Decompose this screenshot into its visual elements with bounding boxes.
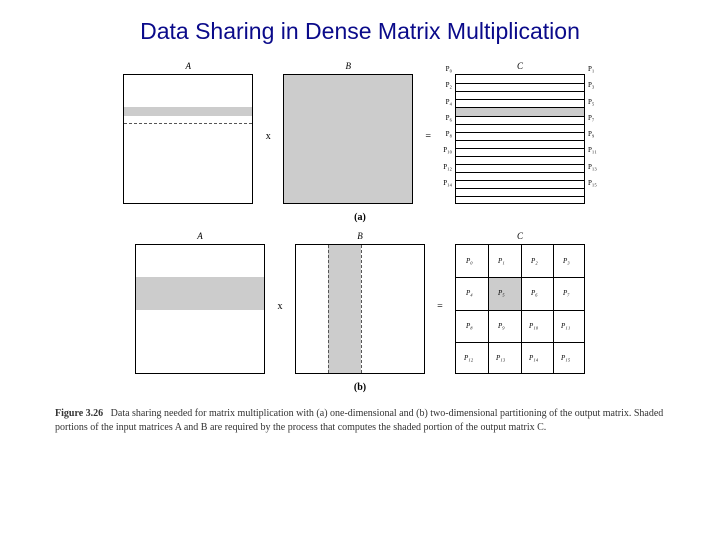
row-b: A x B = C P₀ P₁ P₂ P₃ [55, 231, 665, 374]
cell: P₁₂ [464, 354, 473, 362]
equals-op-b: = [435, 231, 445, 312]
cell: P₁₁ [561, 322, 570, 330]
plabel: P₆ [443, 114, 452, 122]
caption-figno: Figure 3.26 [55, 408, 103, 419]
caption-text: Data sharing needed for matrix multiplic… [55, 408, 663, 433]
sub-a: (a) [55, 212, 665, 223]
c-labels-left: P₀ P₂ P₄ P₆ P₈ P₁₀ P₁₂ P₁₄ [443, 61, 452, 191]
cell: P₉ [498, 322, 505, 330]
label-C2: C [517, 231, 523, 241]
cell: P₁ [498, 257, 505, 265]
box-B-a [283, 74, 413, 204]
cell: P₆ [531, 289, 538, 297]
cell: P₅ [498, 289, 505, 297]
plabel: P₁₄ [443, 179, 452, 187]
shade-A-row [124, 107, 252, 116]
cell: P₃ [563, 257, 570, 265]
dashed-A [124, 123, 252, 124]
plabel: P₁₁ [588, 146, 597, 154]
plabel: P₁ [588, 65, 597, 73]
shade-A-rowblock [136, 277, 264, 310]
dashed-B-l [328, 245, 329, 373]
shade-C-row [456, 107, 584, 116]
c-labels-right: P₁ P₃ P₅ P₇ P₉ P₁₁ P₁₃ P₁₅ [588, 61, 597, 191]
plabel: P₇ [588, 114, 597, 122]
box-A-a [123, 74, 253, 204]
plabel: P₄ [443, 98, 452, 106]
cell: P₁₅ [561, 354, 570, 362]
equals-op-a: = [423, 61, 433, 142]
cell: P₂ [531, 257, 538, 265]
row-a: A x B = P₀ P₂ P₄ P₆ P₈ P₁₀ P₁₂ P₁₄ [55, 61, 665, 204]
plabel: P₁₂ [443, 163, 452, 171]
matrix-B-a: B [283, 61, 413, 204]
plabel: P₅ [588, 98, 597, 106]
cell: P₁₀ [529, 322, 538, 330]
plabel: P₉ [588, 130, 597, 138]
label-B2: B [357, 231, 363, 241]
times-op-b: x [275, 231, 285, 312]
matrix-B-b: B [295, 231, 425, 374]
plabel: P₁₅ [588, 179, 597, 187]
page-title: Data Sharing in Dense Matrix Multiplicat… [0, 0, 720, 53]
matrix-C-b: C P₀ P₁ P₂ P₃ P₄ P₅ P₆ P₇ P₈ P₉ P₁₀ P₁₁ … [455, 231, 585, 374]
cell: P₁₄ [529, 354, 538, 362]
shade-B-colblock [328, 245, 361, 373]
dashed-B-r [361, 245, 362, 373]
times-op-a: x [263, 61, 273, 142]
plabel: P₃ [588, 81, 597, 89]
figure-area: A x B = P₀ P₂ P₄ P₆ P₈ P₁₀ P₁₂ P₁₄ [0, 61, 720, 393]
plabel: P₁₃ [588, 163, 597, 171]
box-B-b [295, 244, 425, 374]
box-C-b: P₀ P₁ P₂ P₃ P₄ P₅ P₆ P₇ P₈ P₉ P₁₀ P₁₁ P₁… [455, 244, 585, 374]
plabel: P₂ [443, 81, 452, 89]
box-A-b [135, 244, 265, 374]
label-A2: A [197, 231, 203, 241]
cell: P₄ [466, 289, 473, 297]
cell: P₀ [466, 257, 473, 265]
matrix-A-a: A [123, 61, 253, 204]
box-C-a [455, 74, 585, 204]
label-B: B [345, 61, 351, 71]
label-C: C [517, 61, 523, 71]
cell: P₁₃ [496, 354, 505, 362]
matrix-C-a-wrap: P₀ P₂ P₄ P₆ P₈ P₁₀ P₁₂ P₁₄ C [443, 61, 597, 204]
cell: P₇ [563, 289, 570, 297]
plabel: P₀ [443, 65, 452, 73]
cell: P₈ [466, 322, 473, 330]
matrix-A-b: A [135, 231, 265, 374]
plabel: P₈ [443, 130, 452, 138]
figure-caption: Figure 3.26 Data sharing needed for matr… [0, 393, 720, 434]
sub-b: (b) [55, 382, 665, 393]
plabel: P₁₀ [443, 146, 452, 154]
label-A: A [185, 61, 191, 71]
